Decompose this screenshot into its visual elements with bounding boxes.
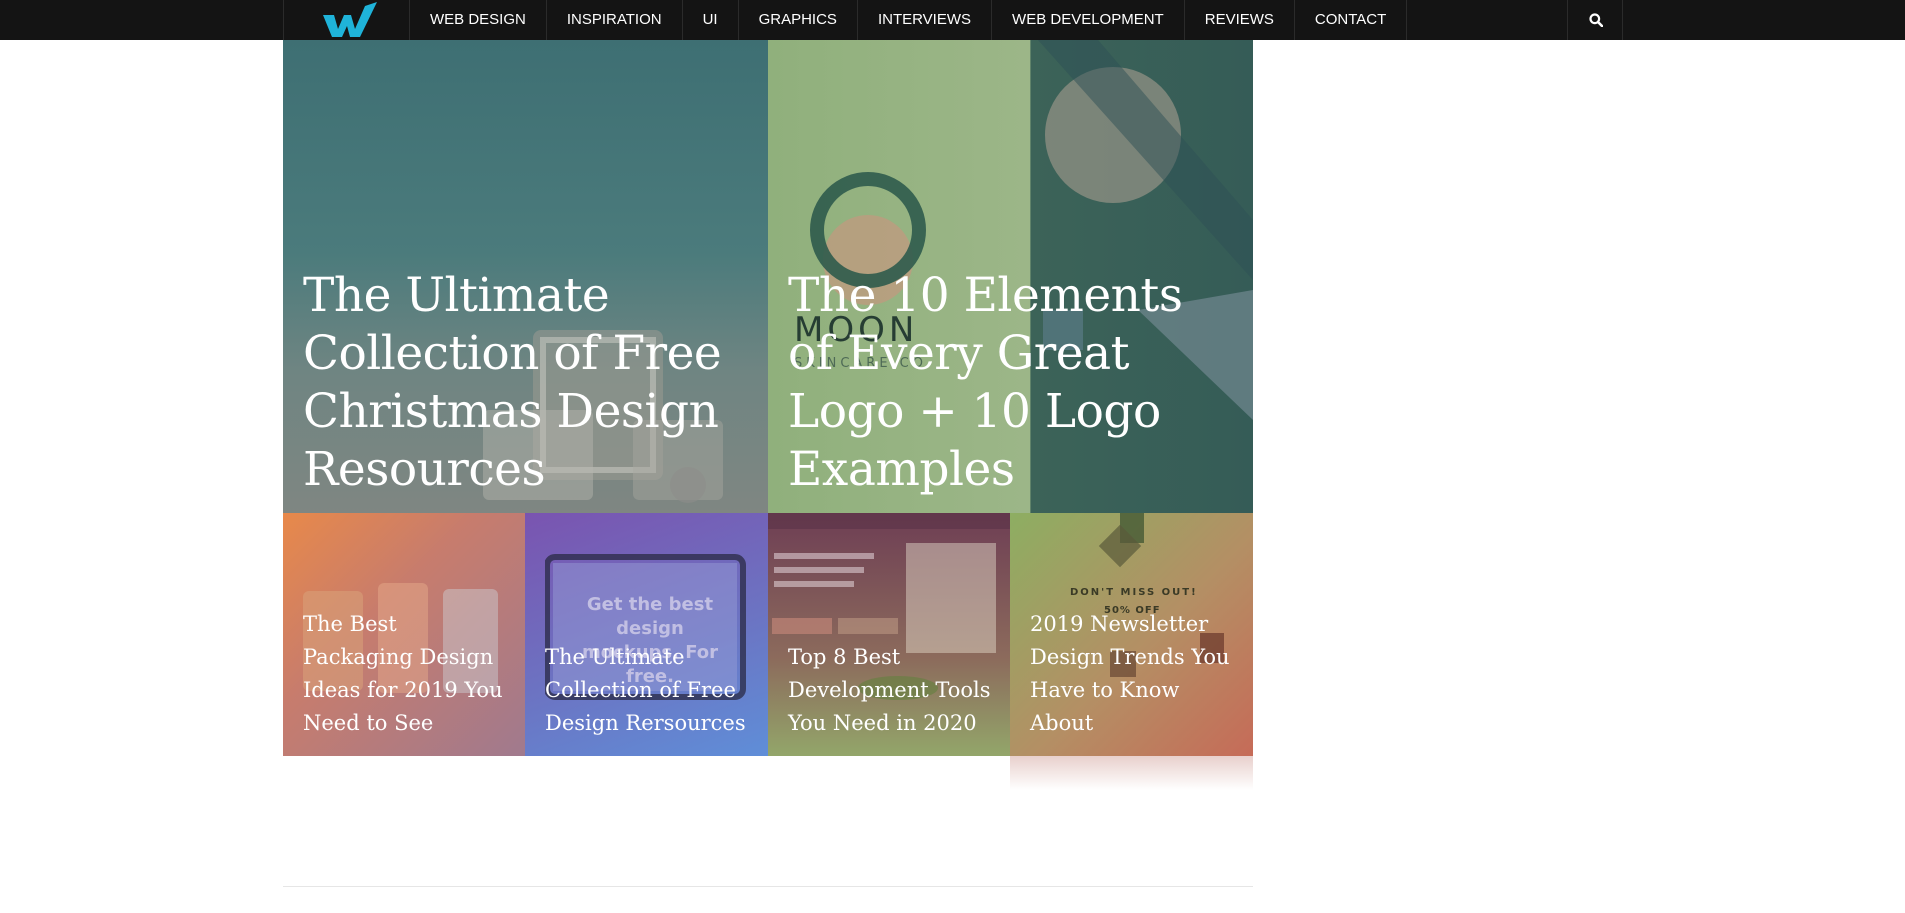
site-logo[interactable] — [283, 0, 410, 40]
nav-graphics[interactable]: GRAPHICS — [739, 0, 858, 40]
post-packaging-design[interactable]: The Best Packaging Design Ideas for 2019… — [283, 513, 525, 756]
nav-interviews[interactable]: INTERVIEWS — [858, 0, 993, 40]
post-title: Top 8 Best Development Tools You Need in… — [788, 645, 991, 735]
post-title: The Best Packaging Design Ideas for 2019… — [303, 612, 503, 735]
nav-inspiration[interactable]: INSPIRATION — [547, 0, 683, 40]
search-icon — [1589, 13, 1603, 27]
content-divider — [283, 886, 1253, 887]
post-title: 2019 Newsletter Design Trends You Have t… — [1030, 612, 1230, 735]
post-development-tools[interactable]: Top 8 Best Development Tools You Need in… — [768, 513, 1010, 756]
nav-contact[interactable]: CONTACT — [1295, 0, 1408, 40]
nav-ui[interactable]: UI — [683, 0, 739, 40]
post-free-design-resources[interactable]: Get the best design mockups. For free. T… — [525, 513, 768, 756]
nav-web-design[interactable]: WEB DESIGN — [410, 0, 547, 40]
post-newsletter-trends[interactable]: DON'T MISS OUT! 50% OFF 2019 Newsletter … — [1010, 513, 1253, 756]
nav-reviews[interactable]: REVIEWS — [1185, 0, 1295, 40]
featured-post-christmas-resources[interactable]: The Ultimate Collection of Free Christma… — [283, 40, 768, 513]
featured-post-logo-elements[interactable]: MOON SKINCARE CO The 10 Elements of Ever… — [768, 40, 1253, 513]
post-title: The 10 Elements of Every Great Logo + 10… — [788, 268, 1183, 497]
w-logo-icon — [323, 2, 377, 37]
nav-web-development[interactable]: WEB DEVELOPMENT — [992, 0, 1185, 40]
post-title: The Ultimate Collection of Free Christma… — [303, 268, 722, 497]
image-overflow-fade — [1010, 756, 1253, 790]
newsletter-headline-text: DON'T MISS OUT! — [1070, 587, 1198, 598]
main-nav: WEB DESIGN INSPIRATION UI GRAPHICS INTER… — [283, 0, 1408, 40]
top-navigation-bar: WEB DESIGN INSPIRATION UI GRAPHICS INTER… — [0, 0, 1905, 40]
search-button[interactable] — [1567, 0, 1623, 40]
post-title: The Ultimate Collection of Free Design R… — [545, 645, 746, 735]
